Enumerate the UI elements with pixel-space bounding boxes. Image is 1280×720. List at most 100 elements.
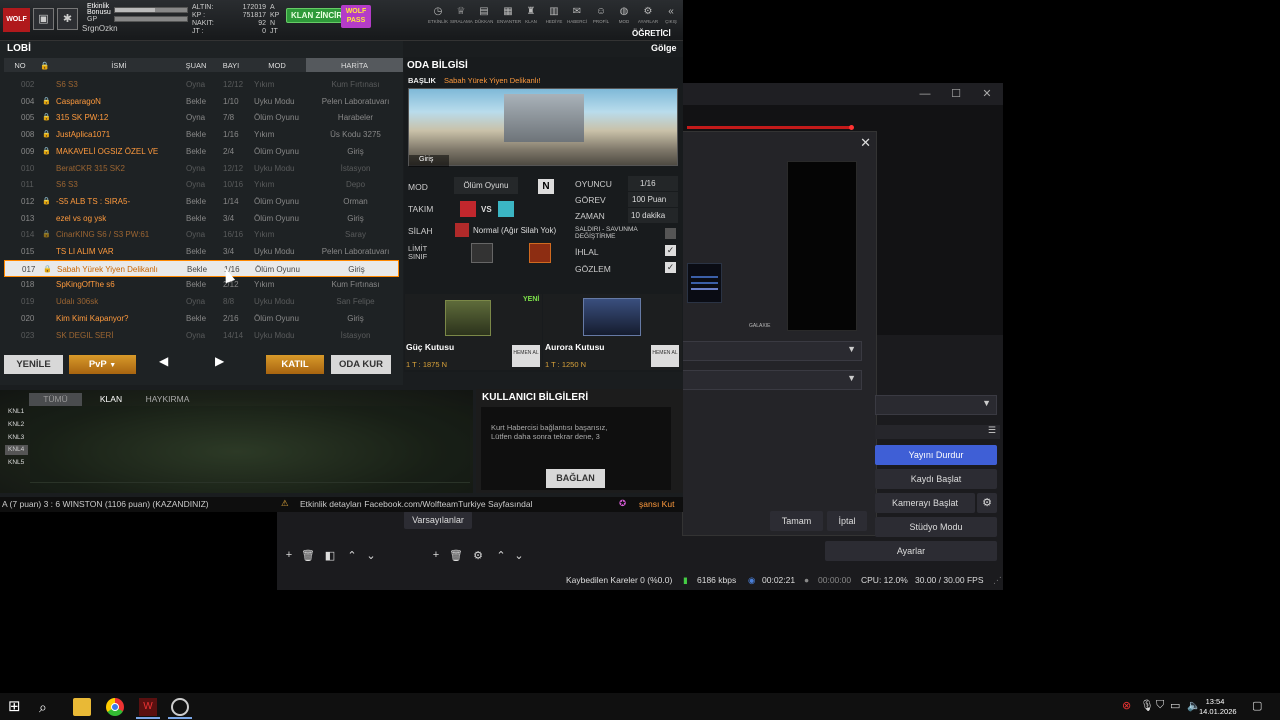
refresh-button[interactable]: YENİLE xyxy=(4,355,63,374)
spectate-checkbox[interactable]: ✓ xyxy=(665,262,676,273)
tray-shield-icon[interactable]: ⛉ xyxy=(1156,699,1164,712)
cancel-button[interactable]: İptal xyxy=(827,511,867,531)
channel-1[interactable]: KNL1 xyxy=(8,408,24,415)
next-page-icon[interactable]: ▶ xyxy=(215,354,224,368)
stop-stream-button[interactable]: Yayını Durdur xyxy=(875,445,997,465)
tutorial-button[interactable]: ÖĞRETİCİ xyxy=(632,29,671,38)
defaults-button[interactable]: Varsayılanlar xyxy=(404,511,472,529)
nav-profile[interactable]: ☺ PROFİL xyxy=(590,6,612,24)
create-room-button[interactable]: ODA KUR xyxy=(331,355,391,374)
chat-tab-all[interactable]: TÜMÜ xyxy=(29,393,82,406)
wolf-pass-button[interactable]: WOLF PASS xyxy=(341,5,371,28)
violation-checkbox[interactable]: ✓ xyxy=(665,245,676,256)
nav-messenger[interactable]: ✉ HABERCİ xyxy=(566,6,588,24)
delete-source-icon[interactable]: 🗑 xyxy=(449,549,463,562)
col-map[interactable]: HARİTA xyxy=(306,58,403,72)
source-up-icon[interactable]: ⌃ xyxy=(494,549,508,562)
tray-network-icon[interactable]: ▭ xyxy=(1170,699,1180,712)
pvp-button[interactable]: PvP ▼ xyxy=(69,355,136,374)
search-icon[interactable]: ⌕ xyxy=(39,698,57,716)
start-recording-button[interactable]: Kaydı Başlat xyxy=(875,469,997,489)
resize-grip-icon[interactable]: ⋰ xyxy=(993,575,1002,586)
lobby-row[interactable]: 011 S6 S3 Oyna 10/16 Yıkım Depo xyxy=(4,176,399,193)
taskbar-date[interactable]: 14.01.2026 xyxy=(1199,707,1237,716)
lobby-row[interactable]: 009 MAKAVELİ OGSIZ ÖZEL VE Bekle 2/4 Ölüm Oy… xyxy=(4,143,399,160)
nav-mod[interactable]: ◍ MOD xyxy=(613,6,635,24)
studio-mode-button[interactable]: Stüdyo Modu xyxy=(875,517,997,537)
col-players[interactable]: BAYI xyxy=(216,61,246,70)
obs-dropdown-3[interactable]: ▼ xyxy=(875,395,997,415)
scene-up-icon[interactable]: ⌃ xyxy=(345,549,359,562)
source-settings-icon[interactable]: ⚙ xyxy=(471,549,485,562)
chat-input[interactable] xyxy=(30,482,470,493)
lobby-row[interactable]: 005 315 SK PW:12 Oyna 7/8 Ölüm Oyunu Harabele… xyxy=(4,109,399,126)
file-explorer-icon[interactable] xyxy=(73,698,91,716)
scene-down-icon[interactable]: ⌄ xyxy=(364,549,378,562)
lobby-row[interactable]: 015 TS LI ALIM VAR Bekle 3/4 Uyku Modu Pelen … xyxy=(4,243,399,260)
wolfteam-icon[interactable]: W xyxy=(139,698,157,716)
chrome-icon[interactable] xyxy=(106,698,124,716)
lobby-row[interactable]: 017 Sabah Yürek Yiyen Delikanlı Bekle 1/16 Ö… xyxy=(4,259,399,277)
clan-chain-button[interactable]: KLAN ZİNCİRİ xyxy=(286,8,350,23)
start-camera-button[interactable]: Kamerayı Başlat xyxy=(875,493,975,513)
nav-event[interactable]: ◷ ETKİNLİK xyxy=(427,6,449,24)
channel-4[interactable]: KNL4 xyxy=(5,445,28,455)
source-down-icon[interactable]: ⌄ xyxy=(512,549,526,562)
taskbar-time[interactable]: 13:54 xyxy=(1199,697,1231,706)
nav-settings[interactable]: ⚙ AYARLAR xyxy=(637,6,659,24)
obs-icon[interactable] xyxy=(171,698,189,716)
channel-3[interactable]: KNL3 xyxy=(8,434,24,441)
scene-filter-icon[interactable]: ◧ xyxy=(323,549,337,562)
nav-ranking[interactable]: ♕ SIRALAMA xyxy=(450,6,473,24)
lobby-row[interactable]: 012 -S5 ALB TS : SIRA5- Bekle 1/14 Ölüm Oyun… xyxy=(4,193,399,210)
dock-menu-icon[interactable]: ☰ xyxy=(988,425,996,436)
tray-antivirus-icon[interactable]: ⊗ xyxy=(1122,699,1131,712)
box-2-buy-button[interactable]: HEMEN AL xyxy=(651,345,679,367)
nav-gift[interactable]: ▥ HEDİYE xyxy=(543,6,565,24)
box-1-buy-button[interactable]: HEMEN AL xyxy=(512,345,540,367)
lobby-row[interactable]: 014 CinarKING S6 / S3 PW:61 Oyna 16/16 Yıkım… xyxy=(4,226,399,243)
col-mode[interactable]: MOD xyxy=(252,61,302,70)
minimize-icon[interactable]: — xyxy=(917,86,933,102)
nav-clan[interactable]: ♜ KLAN xyxy=(520,6,542,24)
settings-button[interactable]: Ayarlar xyxy=(825,541,997,561)
chat-tab-clan[interactable]: KLAN xyxy=(86,393,136,406)
maximize-icon[interactable]: ☐ xyxy=(948,86,964,102)
lobby-row[interactable]: 019 Udalı 306sk Oyna 8/8 Uyku Modu San Felipe xyxy=(4,293,399,310)
close-icon[interactable]: ✕ xyxy=(979,86,995,102)
col-name[interactable]: İSMİ xyxy=(54,61,184,70)
nav-exit[interactable]: «ÇIKIŞ xyxy=(660,6,682,24)
channel-5[interactable]: KNL5 xyxy=(8,459,24,466)
view-label[interactable]: Gölge xyxy=(651,43,677,53)
chat-tab-shout[interactable]: HAYKIRMA xyxy=(140,393,195,406)
attack-defense-checkbox[interactable] xyxy=(665,228,676,239)
nav-inventory[interactable]: ▦ ENVANTER xyxy=(497,6,521,24)
lobby-row[interactable]: 023 SK DEGIL SERİ Oyna 14/14 Uyku Modu İstasy… xyxy=(4,327,399,344)
delete-scene-icon[interactable]: 🗑 xyxy=(301,549,315,562)
join-button[interactable]: KATIL xyxy=(266,355,324,374)
lobby-row[interactable]: 020 Kim Kimi Kapanyor? Bekle 2/16 Ölüm Oyunu… xyxy=(4,310,399,327)
lobby-row[interactable]: 013 ezel vs og ysk Bekle 3/4 Ölüm Oyunu Giriş xyxy=(4,210,399,227)
limit-class-icon[interactable] xyxy=(471,243,493,263)
tray-mic-icon[interactable]: 🎙 xyxy=(1140,699,1154,712)
camera-settings-icon[interactable]: ⚙ xyxy=(977,493,997,513)
nav-shop[interactable]: ▤ DÜKKAN xyxy=(473,6,495,24)
limit-weapon-icon[interactable] xyxy=(529,243,551,263)
add-scene-icon[interactable]: + xyxy=(282,549,296,561)
connect-button[interactable]: BAĞLAN xyxy=(546,469,605,488)
windows-start-icon[interactable]: ⊞ xyxy=(8,698,26,716)
lobby-row[interactable]: 010 BeratCKR 315 SK2 Oyna 12/12 Uyku Modu İst… xyxy=(4,160,399,177)
dialog-close-icon[interactable]: ✕ xyxy=(860,135,871,151)
prev-page-icon[interactable]: ◀ xyxy=(159,354,168,368)
obs-dropdown-2[interactable]: ▼ xyxy=(682,370,862,390)
col-state[interactable]: ŞUAN xyxy=(184,61,208,70)
lobby-row[interactable]: 002 S6 S3 Oyna 12/12 Yıkım Kum Fırtınası xyxy=(4,76,399,93)
col-no[interactable]: NO xyxy=(4,61,36,70)
lobby-row[interactable]: 008 JustAplica1071 Bekle 1/16 Yıkım Üs Kodu 3… xyxy=(4,126,399,143)
lobby-row[interactable]: 004 CasparagoN Bekle 1/10 Uyku Modu Pelen Lab… xyxy=(4,93,399,110)
lobby-row[interactable]: 018 SpKingOfThe s6 Bekle 2/12 Yıkım Kum Fırtı… xyxy=(4,276,399,293)
ok-button[interactable]: Tamam xyxy=(770,511,823,531)
add-source-icon[interactable]: + xyxy=(429,549,443,561)
notification-icon[interactable]: ▢ xyxy=(1252,699,1262,712)
obs-dropdown-1[interactable]: ▼ xyxy=(682,341,862,361)
